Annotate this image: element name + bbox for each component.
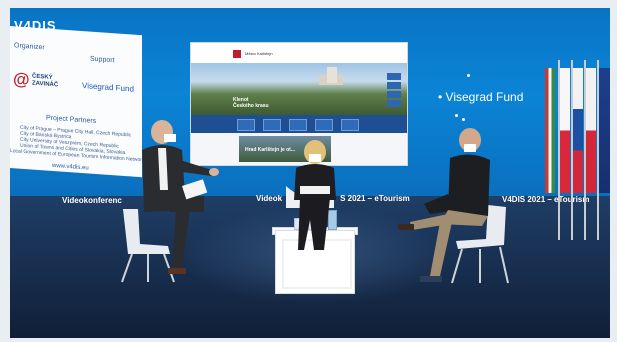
castle-tower-icon <box>327 67 337 83</box>
quick-link-tile <box>341 119 359 131</box>
support-label: Support <box>90 55 115 65</box>
quick-link-tile <box>237 119 255 131</box>
dot-icon <box>467 74 470 77</box>
dot-icon <box>462 118 465 121</box>
hero-title: Klenot Českého krasu <box>233 97 269 109</box>
coat-of-arms-icon <box>233 50 241 58</box>
video-frame: Organizer Support @ ČESKÝ ZAVINÁČ Visegr… <box>10 8 610 338</box>
side-menu-item <box>387 91 401 98</box>
conference-banner-right: V4DIS 2021 – eTourism <box>502 195 590 204</box>
organizer-logo-icon: @ <box>13 69 30 90</box>
organizer-label: Organizer <box>14 42 45 52</box>
quick-link-tile <box>315 119 333 131</box>
support-name: Visegrad Fund <box>82 81 134 94</box>
quick-link-tile <box>289 119 307 131</box>
flag-eu-icon <box>599 68 610 193</box>
site-header <box>191 43 407 63</box>
side-menu-item <box>387 100 401 107</box>
flag-czech-icon <box>586 68 596 193</box>
speaker-right <box>398 128 490 282</box>
v4dis-logo: V4DIS <box>14 18 57 33</box>
organizer-logo-text: ČESKÝ ZAVINÁČ <box>32 73 59 89</box>
side-menu-item <box>387 73 401 80</box>
speaker-left <box>142 120 219 274</box>
website-url: www.v4dis.eu <box>52 162 89 172</box>
quick-link-tile <box>263 119 281 131</box>
side-menu-item <box>387 82 401 89</box>
flag-hungary-icon <box>545 68 555 193</box>
flag-slovakia-icon <box>573 68 583 193</box>
moderator <box>294 140 336 250</box>
dot-icon <box>455 114 458 117</box>
partners-heading: Project Partners <box>46 114 97 126</box>
flag-poland-icon <box>560 68 570 193</box>
visegrad-fund-text: • Visegrad Fund <box>438 90 524 104</box>
site-name: Město Karlštejn <box>245 51 273 56</box>
hero-photo <box>191 63 407 115</box>
